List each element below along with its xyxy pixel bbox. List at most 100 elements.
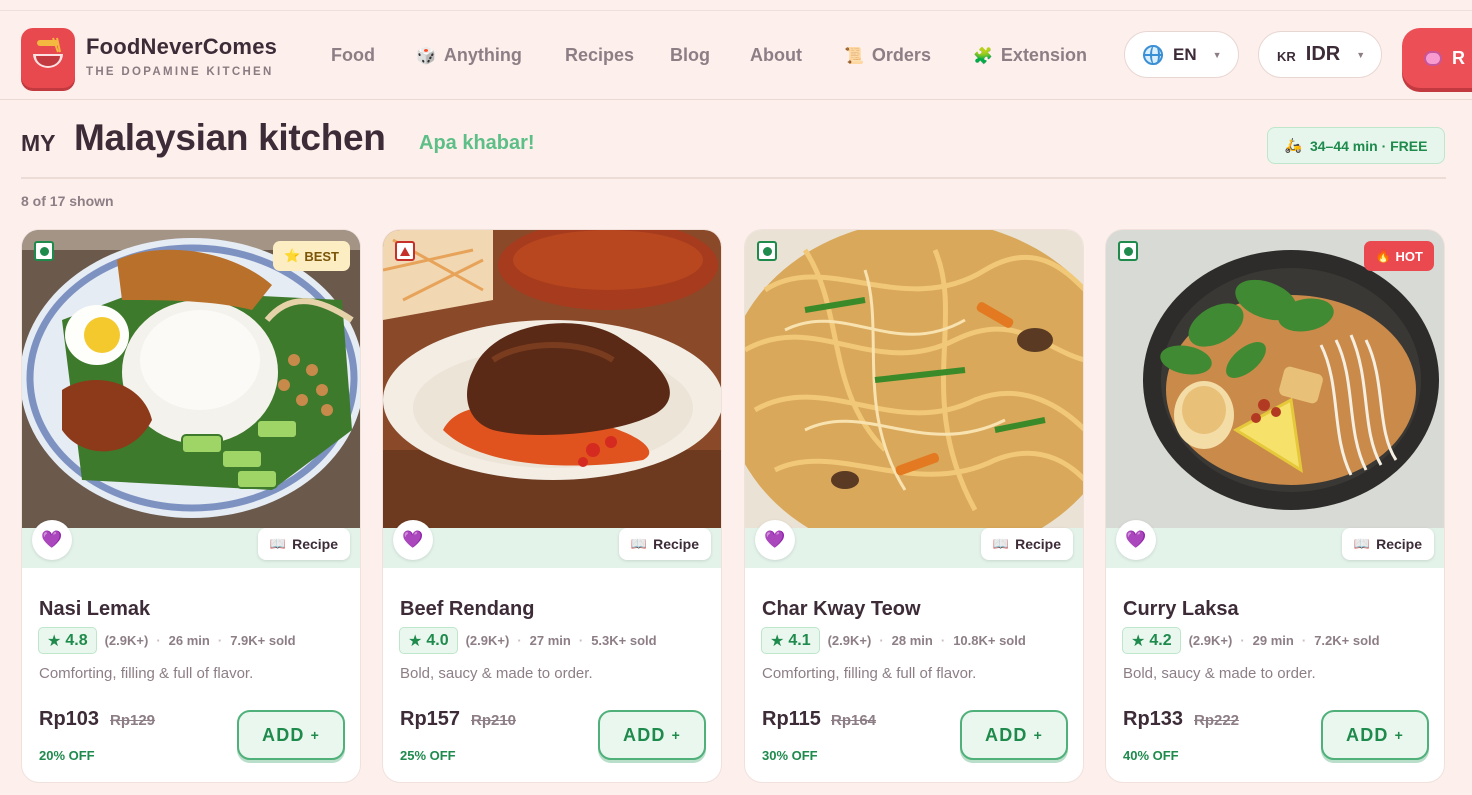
nav-anything-label: Anything: [443, 45, 522, 65]
meta-separator: ·: [156, 633, 161, 648]
dish-tagline: Comforting, filling & full of flavor.: [762, 665, 977, 682]
plus-icon: +: [671, 727, 681, 743]
nav-extension[interactable]: 🧩 Extension: [973, 45, 1087, 66]
book-icon: 📖: [269, 536, 287, 551]
add-to-cart-button[interactable]: ADD +: [1321, 710, 1429, 760]
add-label: ADD: [623, 724, 666, 745]
nav-anything[interactable]: 🎲 Anything: [416, 45, 522, 66]
add-to-cart-button[interactable]: ADD +: [598, 710, 706, 760]
nav-blog[interactable]: Blog: [670, 45, 710, 66]
dish-meta: ★ 4.8 (2.9K+) · 26 min · 7.9K+ sold: [38, 627, 296, 654]
page-title: Malaysian kitchen: [74, 117, 386, 158]
sold-count: 5.3K+ sold: [591, 633, 657, 648]
brand-name[interactable]: FoodNeverComes: [86, 34, 277, 60]
scroll-icon: 📜: [844, 47, 864, 65]
heart-icon: 💜: [764, 530, 786, 549]
nonveg-indicator: [395, 241, 415, 261]
review-count: (2.9K+): [104, 633, 149, 648]
dice-icon: 🎲: [416, 47, 436, 65]
prep-time: 29 min: [1252, 633, 1294, 648]
dish-card[interactable]: 💜 📖 Recipe Char Kway Teow ★ 4.1 (2.9K+) ·…: [744, 229, 1084, 783]
heart-icon: 💜: [402, 530, 424, 549]
dish-photo[interactable]: [383, 230, 721, 528]
dish-card[interactable]: 💜 📖 Recipe Beef Rendang ★ 4.0 (2.9K+) · 2…: [382, 229, 722, 783]
results-count: 8 of 17 shown: [21, 193, 114, 209]
dish-card[interactable]: 🔥 HOT 💜 📖 Recipe Curry Laksa ★ 4.2 (2.9K+…: [1105, 229, 1445, 783]
language-value: EN: [1173, 44, 1197, 64]
add-to-cart-button[interactable]: ADD +: [237, 710, 345, 760]
prep-time: 28 min: [891, 633, 933, 648]
add-to-cart-button[interactable]: ADD +: [960, 710, 1068, 760]
noodle-bowl-icon: [33, 37, 63, 68]
recipe-label: Recipe: [292, 536, 338, 552]
meta-separator: ·: [879, 633, 884, 648]
recipe-label: Recipe: [1376, 536, 1422, 552]
sold-count: 7.9K+ sold: [230, 633, 296, 648]
currency-select[interactable]: KR IDR ▼: [1258, 31, 1382, 78]
chevron-down-icon: ▼: [1212, 49, 1222, 60]
favorite-button[interactable]: 💜: [32, 520, 72, 560]
original-price: Rp222: [1194, 712, 1240, 729]
nav-blog-label: Blog: [670, 45, 710, 65]
add-label: ADD: [262, 724, 305, 745]
dish-photo[interactable]: [745, 230, 1083, 528]
nav-recipes-label: Recipes: [565, 45, 635, 65]
rating-badge: ★ 4.2: [1122, 627, 1181, 654]
discount-label: 40% OFF: [1123, 748, 1179, 763]
delivery-text: 34–44 min · FREE: [1309, 137, 1428, 154]
dish-name: Curry Laksa: [1123, 598, 1239, 620]
favorite-button[interactable]: 💜: [1116, 520, 1156, 560]
rating-value: 4.8: [65, 631, 88, 649]
star-icon: ⭐: [284, 248, 301, 263]
book-icon: 📖: [1353, 536, 1371, 551]
discount-label: 25% OFF: [400, 748, 456, 763]
fire-icon: 🔥: [1375, 248, 1392, 263]
header-cta-button[interactable]: R: [1402, 28, 1472, 88]
sold-count: 7.2K+ sold: [1314, 633, 1380, 648]
dish-meta: ★ 4.0 (2.9K+) · 27 min · 5.3K+ sold: [399, 627, 657, 654]
meta-separator: ·: [940, 633, 946, 648]
dish-card[interactable]: ⭐ BEST 💜 📖 Recipe Nasi Lemak ★ 4.8 (2.9K+…: [21, 229, 361, 783]
heart-icon: 💜: [41, 530, 63, 549]
rating-badge: ★ 4.8: [38, 627, 97, 654]
price: Rp157: [400, 708, 461, 730]
cta-label: R: [1452, 47, 1465, 68]
nav-about[interactable]: About: [750, 45, 802, 66]
heart-icon: 💜: [1125, 530, 1147, 549]
logo[interactable]: [21, 28, 75, 88]
dish-name: Nasi Lemak: [39, 598, 151, 620]
badge-label: BEST: [304, 248, 339, 264]
recipe-button[interactable]: 📖 Recipe: [980, 528, 1073, 560]
recipe-button[interactable]: 📖 Recipe: [618, 528, 711, 560]
dish-name: Char Kway Teow: [762, 598, 921, 620]
recipe-label: Recipe: [1015, 536, 1061, 552]
nav-food[interactable]: Food: [331, 45, 375, 66]
sold-count: 10.8K+ sold: [953, 633, 1026, 648]
brand-tagline: THE DOPAMINE KITCHEN: [86, 66, 274, 78]
country-code: MY: [21, 130, 56, 156]
dish-meta: ★ 4.1 (2.9K+) · 28 min · 10.8K+ sold: [761, 627, 1026, 654]
favorite-button[interactable]: 💜: [755, 520, 795, 560]
badge-label: HOT: [1395, 248, 1423, 264]
hot-badge: 🔥 HOT: [1364, 241, 1434, 271]
recipe-button[interactable]: 📖 Recipe: [257, 528, 350, 560]
nav-orders[interactable]: 📜 Orders: [844, 45, 931, 66]
dish-tagline: Comforting, filling & full of flavor.: [39, 665, 254, 682]
star-icon: ★: [770, 632, 785, 650]
currency-prefix: KR: [1277, 48, 1296, 64]
recipe-label: Recipe: [653, 536, 699, 552]
prep-time: 27 min: [529, 633, 571, 648]
rating-value: 4.1: [788, 631, 811, 649]
price: Rp133: [1123, 708, 1184, 730]
recipe-button[interactable]: 📖 Recipe: [1341, 528, 1434, 560]
star-icon: ★: [1131, 632, 1146, 650]
book-icon: 📖: [992, 536, 1010, 551]
dish-name: Beef Rendang: [400, 598, 535, 620]
nav-recipes[interactable]: Recipes: [565, 45, 634, 66]
favorite-button[interactable]: 💜: [393, 520, 433, 560]
dish-photo[interactable]: [1106, 230, 1444, 528]
language-select[interactable]: EN ▼: [1124, 31, 1239, 78]
rating-value: 4.0: [426, 631, 449, 649]
currency-value: IDR: [1305, 43, 1341, 65]
dish-photo[interactable]: [22, 230, 360, 528]
